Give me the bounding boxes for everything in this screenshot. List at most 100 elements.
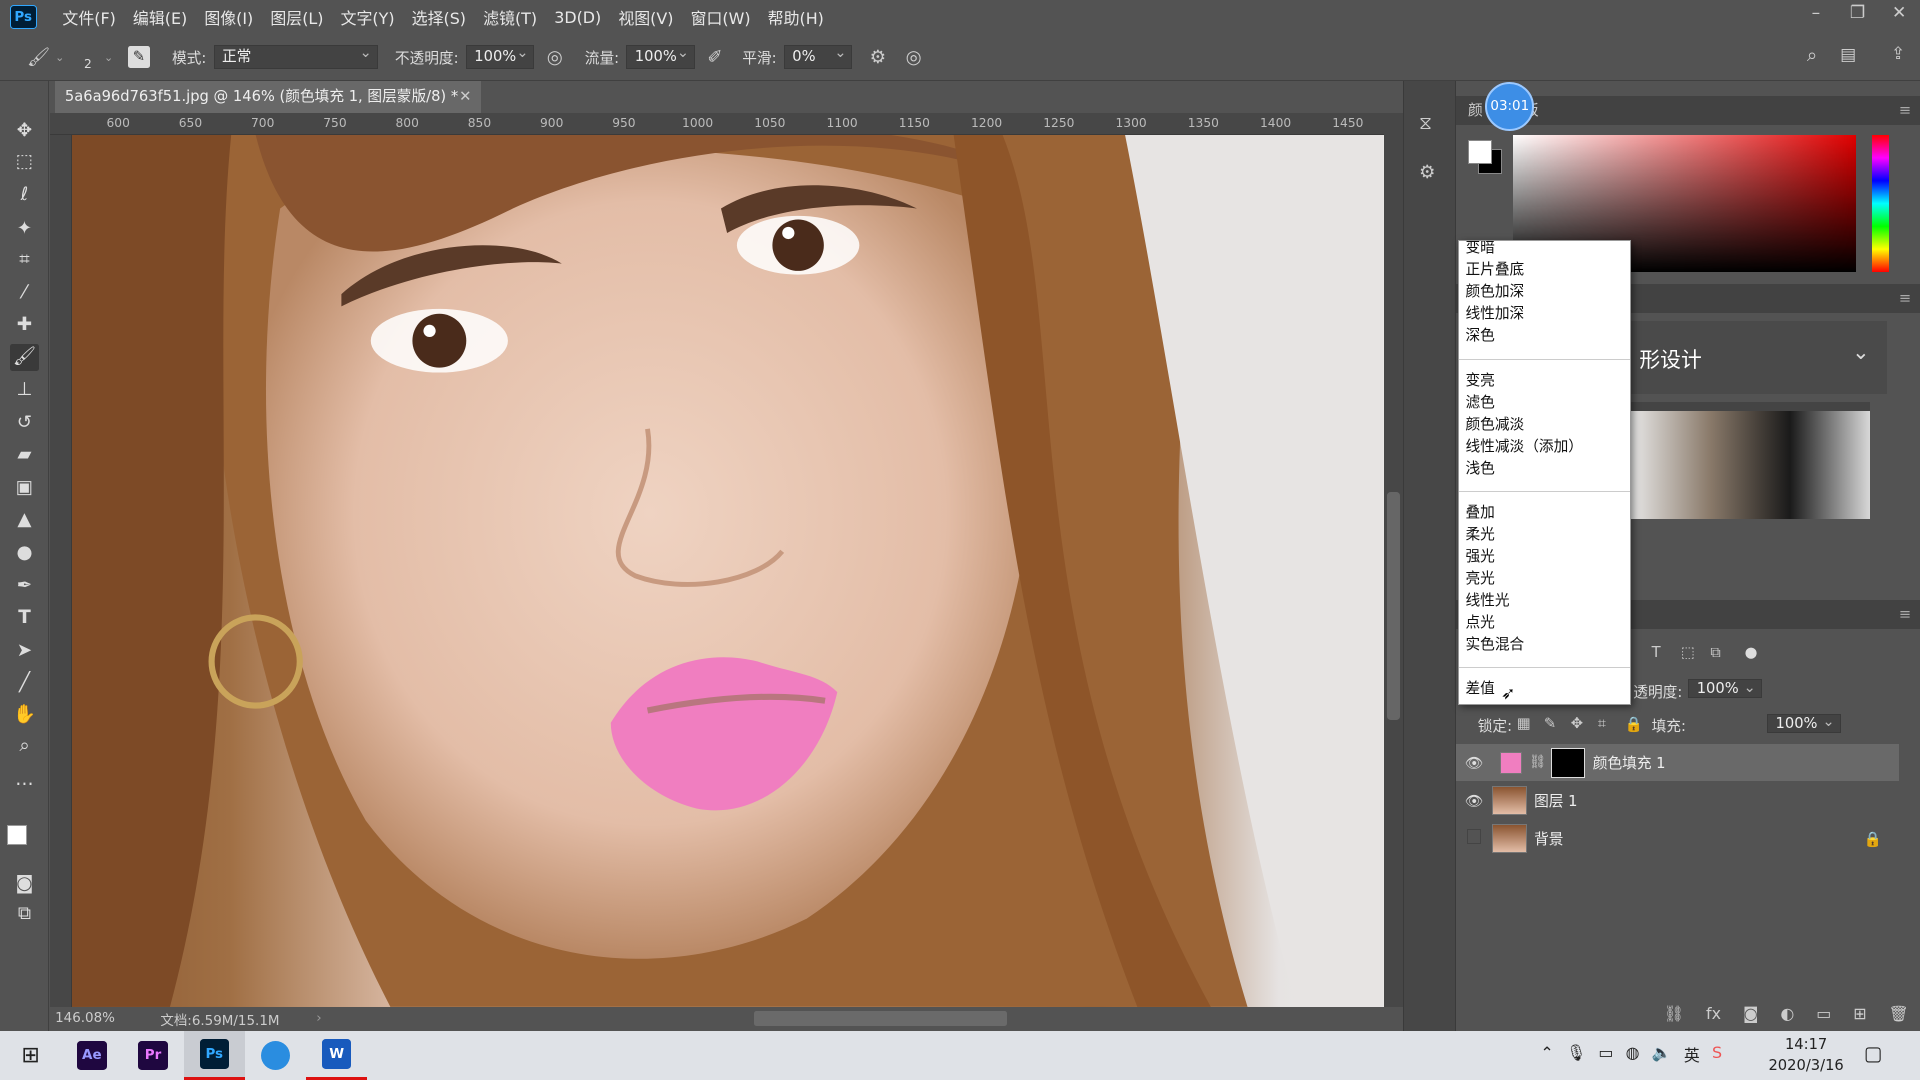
link-icon[interactable]: ⛓ — [1529, 755, 1546, 770]
minimize-icon[interactable]: – — [1795, 0, 1837, 29]
blend-option[interactable]: 线性光 — [1465, 590, 1509, 612]
pen-tool-icon[interactable]: ✒ — [10, 573, 39, 600]
lock-paint-icon[interactable]: ✎ — [1544, 715, 1556, 732]
gradient-tool-icon[interactable]: ▣ — [10, 475, 39, 502]
blend-option[interactable]: 浅色 — [1465, 458, 1494, 480]
taskbar-app-ps[interactable]: Ps — [183, 1031, 245, 1080]
airbrush-icon[interactable]: ✐ — [707, 47, 722, 68]
network-icon[interactable]: ◍ — [1626, 1043, 1640, 1066]
pressure-opacity-icon[interactable]: ◎ — [547, 47, 563, 68]
layer-row[interactable]: 👁 ⛓ 颜色填充 1 — [1455, 744, 1899, 782]
layer-row[interactable]: 👁 图层 1 — [1456, 782, 1899, 819]
brush-panel-icon[interactable]: ✎ — [127, 46, 150, 69]
search-icon[interactable]: ⌕ — [1807, 45, 1817, 66]
menu-filter[interactable]: 滤镜(T) — [475, 6, 546, 29]
eraser-tool-icon[interactable]: ▰ — [10, 442, 39, 469]
blend-option[interactable]: 亮光 — [1465, 568, 1494, 590]
clone-stamp-tool-icon[interactable]: ⊥ — [10, 377, 39, 404]
lock-transparent-icon[interactable]: ▦ — [1517, 715, 1531, 732]
gear-icon[interactable]: ⚙ — [870, 47, 886, 68]
filter-smart-icon[interactable]: ⧉ — [1710, 644, 1721, 661]
foreground-color-swatch[interactable] — [7, 825, 27, 845]
blend-option[interactable]: 叠加 — [1465, 502, 1494, 524]
menu-edit[interactable]: 编辑(E) — [124, 6, 195, 29]
history-brush-tool-icon[interactable]: ↺ — [10, 410, 39, 437]
type-tool-icon[interactable]: T — [10, 605, 39, 632]
chevron-up-icon[interactable]: ⌃ — [1540, 1043, 1553, 1066]
menu-image[interactable]: 图像(I) — [196, 6, 262, 29]
healing-brush-tool-icon[interactable]: ✚ — [10, 312, 39, 339]
blend-option[interactable]: 点光 — [1465, 612, 1494, 634]
taskbar-app-ae[interactable]: Ae — [61, 1031, 122, 1080]
taskbar-app-browser[interactable] — [245, 1031, 306, 1080]
filter-shape-icon[interactable]: ⬚ — [1681, 644, 1695, 661]
menu-type[interactable]: 文字(Y) — [332, 6, 403, 29]
menu-layer[interactable]: 图层(L) — [262, 6, 332, 29]
history-panel-icon[interactable]: ⧖ — [1419, 113, 1432, 134]
blend-option[interactable]: 正片叠底 — [1465, 259, 1524, 281]
tab-color[interactable]: 颜 — [1468, 102, 1483, 119]
chevron-right-icon[interactable]: › — [316, 1011, 321, 1026]
layer-opacity-input[interactable]: 100% — [1688, 679, 1762, 699]
fx-icon[interactable]: fx — [1706, 1004, 1721, 1023]
brush-size-value[interactable]: 2 — [84, 57, 92, 71]
blend-option[interactable]: 变暗 — [1465, 241, 1494, 259]
new-layer-icon[interactable]: ⊞ — [1853, 1004, 1866, 1023]
brush-preset-icon[interactable]: 🖌 — [27, 47, 50, 68]
sogou-ime-icon[interactable]: S — [1712, 1043, 1722, 1066]
menu-help[interactable]: 帮助(H) — [759, 6, 832, 29]
smoothing-input[interactable]: 0% — [783, 42, 853, 70]
taskbar-app-pr[interactable]: Pr — [122, 1031, 183, 1080]
chevron-down-icon[interactable]: ⌄ — [55, 51, 64, 64]
lasso-tool-icon[interactable]: ℓ — [10, 182, 39, 209]
close-icon[interactable]: ✕ — [1878, 0, 1920, 29]
taskbar-app-word[interactable]: W — [306, 1031, 368, 1080]
eyedropper-tool-icon[interactable]: ⁄ — [10, 280, 39, 307]
notification-icon[interactable]: ▢ — [1864, 1042, 1883, 1065]
pressure-size-icon[interactable]: ◎ — [906, 47, 922, 68]
filter-toggle-icon[interactable]: ● — [1745, 644, 1758, 661]
foreground-swatch[interactable] — [1467, 139, 1493, 165]
scroll-thumb[interactable] — [1387, 492, 1400, 720]
color-fill-swatch[interactable] — [1499, 751, 1522, 774]
zoom-level[interactable]: 146.08% — [55, 1011, 153, 1026]
canvas-image[interactable] — [72, 134, 1384, 1007]
panel-menu-icon[interactable]: ≡ — [1899, 96, 1911, 125]
layer-mask-thumbnail[interactable] — [1551, 748, 1586, 778]
document-tab[interactable]: 5a6a96d763f51.jpg @ 146% (颜色填充 1, 图层蒙版/8… — [55, 80, 482, 113]
blend-option[interactable]: 实色混合 — [1465, 634, 1524, 656]
line-tool-icon[interactable]: ╱ — [10, 670, 39, 697]
quick-select-tool-icon[interactable]: ✦ — [10, 216, 39, 243]
close-tab-icon[interactable]: ✕ — [459, 81, 471, 113]
flow-input[interactable]: 100% — [626, 42, 695, 70]
add-mask-icon[interactable]: ◙ — [1743, 1004, 1758, 1023]
blend-option[interactable]: 线性减淡（添加） — [1465, 436, 1583, 458]
battery-icon[interactable]: ▭ — [1598, 1043, 1613, 1066]
menu-view[interactable]: 视图(V) — [610, 6, 682, 29]
blend-option[interactable]: 差值 — [1465, 678, 1494, 700]
chevron-down-icon[interactable]: ⌄ — [1852, 340, 1869, 364]
blend-option[interactable]: 柔光 — [1465, 524, 1494, 546]
panel-menu-icon[interactable]: ≡ — [1899, 600, 1911, 629]
menu-3d[interactable]: 3D(D) — [546, 8, 610, 27]
panel-menu-icon[interactable]: ≡ — [1899, 284, 1911, 313]
quick-mask-icon[interactable]: ◙ — [10, 871, 39, 898]
chevron-down-icon[interactable]: ⌄ — [104, 51, 113, 64]
trash-icon[interactable]: 🗑 — [1888, 1004, 1908, 1023]
menu-file[interactable]: 文件(F) — [54, 6, 125, 29]
blend-option[interactable]: 滤色 — [1465, 392, 1494, 414]
path-selection-tool-icon[interactable]: ➤ — [10, 638, 39, 665]
blur-tool-icon[interactable]: ▲ — [10, 507, 39, 534]
move-tool-icon[interactable]: ✥ — [10, 118, 39, 145]
start-button[interactable]: ⊞ — [0, 1031, 61, 1080]
blend-option[interactable]: 颜色加深 — [1465, 281, 1524, 303]
lock-all-icon[interactable]: 🔒 — [1625, 715, 1643, 733]
hand-tool-icon[interactable]: ✋ — [10, 702, 39, 729]
ime-indicator[interactable]: 英 — [1684, 1043, 1700, 1066]
hue-slider[interactable] — [1872, 134, 1890, 272]
layer-row[interactable]: 背景 🔒 — [1456, 820, 1899, 857]
share-icon[interactable]: ⇪ — [1891, 44, 1905, 64]
visibility-off-box[interactable] — [1456, 829, 1493, 848]
new-group-icon[interactable]: ▭ — [1816, 1004, 1831, 1023]
blend-option[interactable]: 颜色减淡 — [1465, 414, 1524, 436]
